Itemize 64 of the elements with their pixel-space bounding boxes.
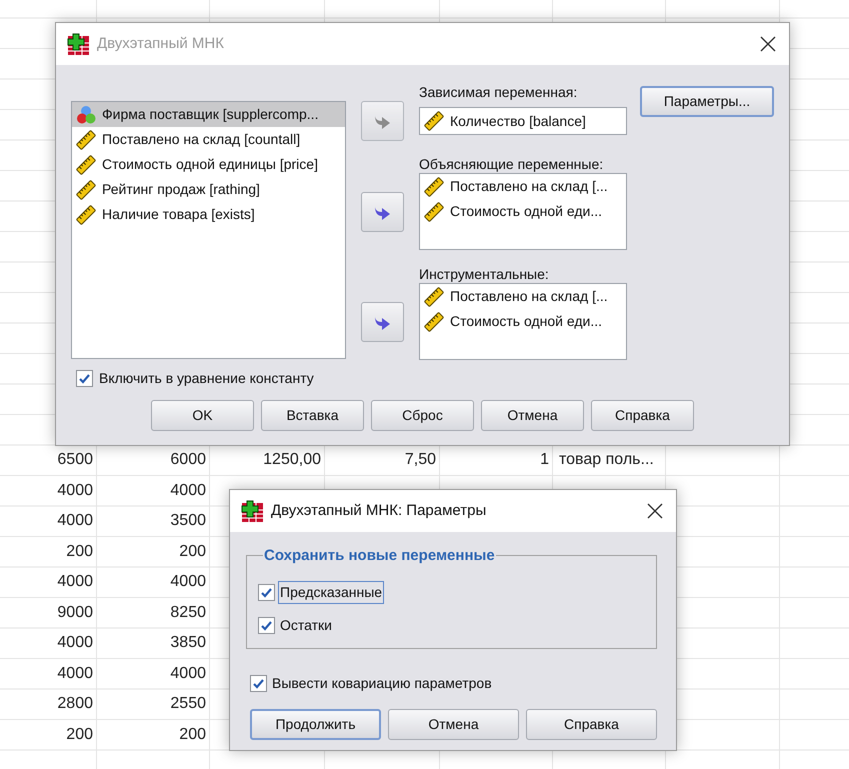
checkbox[interactable] bbox=[258, 584, 275, 601]
spreadsheet-plus-icon bbox=[241, 500, 264, 522]
variable-item[interactable]: Стоимость одной еди... bbox=[420, 309, 626, 334]
checkbox[interactable] bbox=[258, 617, 275, 634]
dialog-button[interactable]: OK bbox=[151, 400, 254, 431]
variable-item[interactable]: Стоимость одной единицы [price] bbox=[72, 152, 345, 177]
table-cell-text: 4000 bbox=[169, 664, 207, 684]
variable-item[interactable]: Поставлено на склад [... bbox=[420, 174, 626, 199]
variable-item[interactable]: Поставлено на склад [... bbox=[420, 284, 626, 309]
variable-item[interactable]: Рейтинг продаж [rathing] bbox=[72, 177, 345, 202]
dialog-title: Двухэтапный МНК: Параметры bbox=[271, 500, 486, 521]
spreadsheet-plus-icon bbox=[67, 32, 90, 56]
dialog-button[interactable]: Справка bbox=[591, 400, 694, 431]
close-icon[interactable] bbox=[759, 35, 777, 53]
group-title: Сохранить новые переменные bbox=[263, 548, 496, 563]
checkbox[interactable] bbox=[76, 370, 93, 387]
checkbox[interactable] bbox=[250, 675, 267, 692]
table-cell-text: 200 bbox=[178, 724, 207, 744]
field-label: Объясняющие переменные: bbox=[419, 155, 604, 173]
variable-item[interactable]: Наличие товара [exists] bbox=[72, 202, 345, 227]
checkbox-label: Остатки bbox=[279, 616, 333, 635]
move-button[interactable] bbox=[361, 302, 404, 342]
move-button[interactable] bbox=[361, 192, 404, 232]
dialog-button[interactable]: Справка bbox=[526, 709, 657, 740]
table-cell-text: 3850 bbox=[169, 633, 207, 653]
table-cell-text: 4000 bbox=[169, 480, 207, 500]
dialog-title: Двухэтапный МНК bbox=[97, 34, 224, 54]
field-label: Инструментальные: bbox=[419, 265, 550, 283]
checkbox-label: Включить в уравнение константу bbox=[99, 369, 314, 388]
table-cell-text: 3500 bbox=[169, 511, 207, 531]
table-cell-text: 200 bbox=[65, 542, 94, 562]
variable-item[interactable]: Стоимость одной еди... bbox=[420, 199, 626, 224]
table-cell-text: 4000 bbox=[56, 664, 94, 684]
table-cell-text: 4000 bbox=[56, 572, 94, 592]
dialog-button[interactable]: Сброс bbox=[371, 400, 474, 431]
table-cell-text: 2550 bbox=[169, 694, 207, 714]
variable-item[interactable]: Поставлено на склад [countall] bbox=[72, 127, 345, 152]
dialog-button[interactable]: Продолжить bbox=[250, 709, 381, 740]
variable-item[interactable]: Фирма поставщик [supplercomp... bbox=[72, 102, 345, 127]
table-cell-text: 6500 bbox=[56, 450, 94, 470]
table-cell-text: 4000 bbox=[169, 572, 207, 592]
table-cell-text: 4000 bbox=[56, 633, 94, 653]
table-cell-text: 4000 bbox=[56, 511, 94, 531]
variable-item[interactable]: Количество [balance] bbox=[420, 108, 626, 134]
table-cell-text: 1250,00 bbox=[262, 450, 322, 470]
table-cell-text: 7,50 bbox=[404, 450, 437, 470]
table-cell-text: товар поль... bbox=[558, 450, 655, 470]
table-cell-text: 9000 bbox=[56, 602, 94, 622]
circles-icon bbox=[76, 104, 96, 124]
close-icon[interactable] bbox=[646, 502, 664, 520]
table-cell-text: 200 bbox=[65, 724, 94, 744]
table-cell-text: 4000 bbox=[56, 480, 94, 500]
checkbox-label: Предсказанные bbox=[278, 581, 384, 604]
field-label: Зависимая переменная: bbox=[419, 83, 578, 101]
table-cell-text: 6000 bbox=[169, 450, 207, 470]
table-cell-text: 200 bbox=[178, 542, 207, 562]
table-cell-text: 8250 bbox=[169, 602, 207, 622]
dialog-button[interactable]: Вставка bbox=[261, 400, 364, 431]
options-button[interactable]: Параметры... bbox=[640, 86, 774, 117]
dialog-button[interactable]: Отмена bbox=[388, 709, 519, 740]
table-cell-text: 2800 bbox=[56, 694, 94, 714]
checkbox-label: Вывести ковариацию параметров bbox=[272, 674, 492, 693]
table-cell-text: 1 bbox=[539, 450, 550, 470]
dialog-button[interactable]: Отмена bbox=[481, 400, 584, 431]
